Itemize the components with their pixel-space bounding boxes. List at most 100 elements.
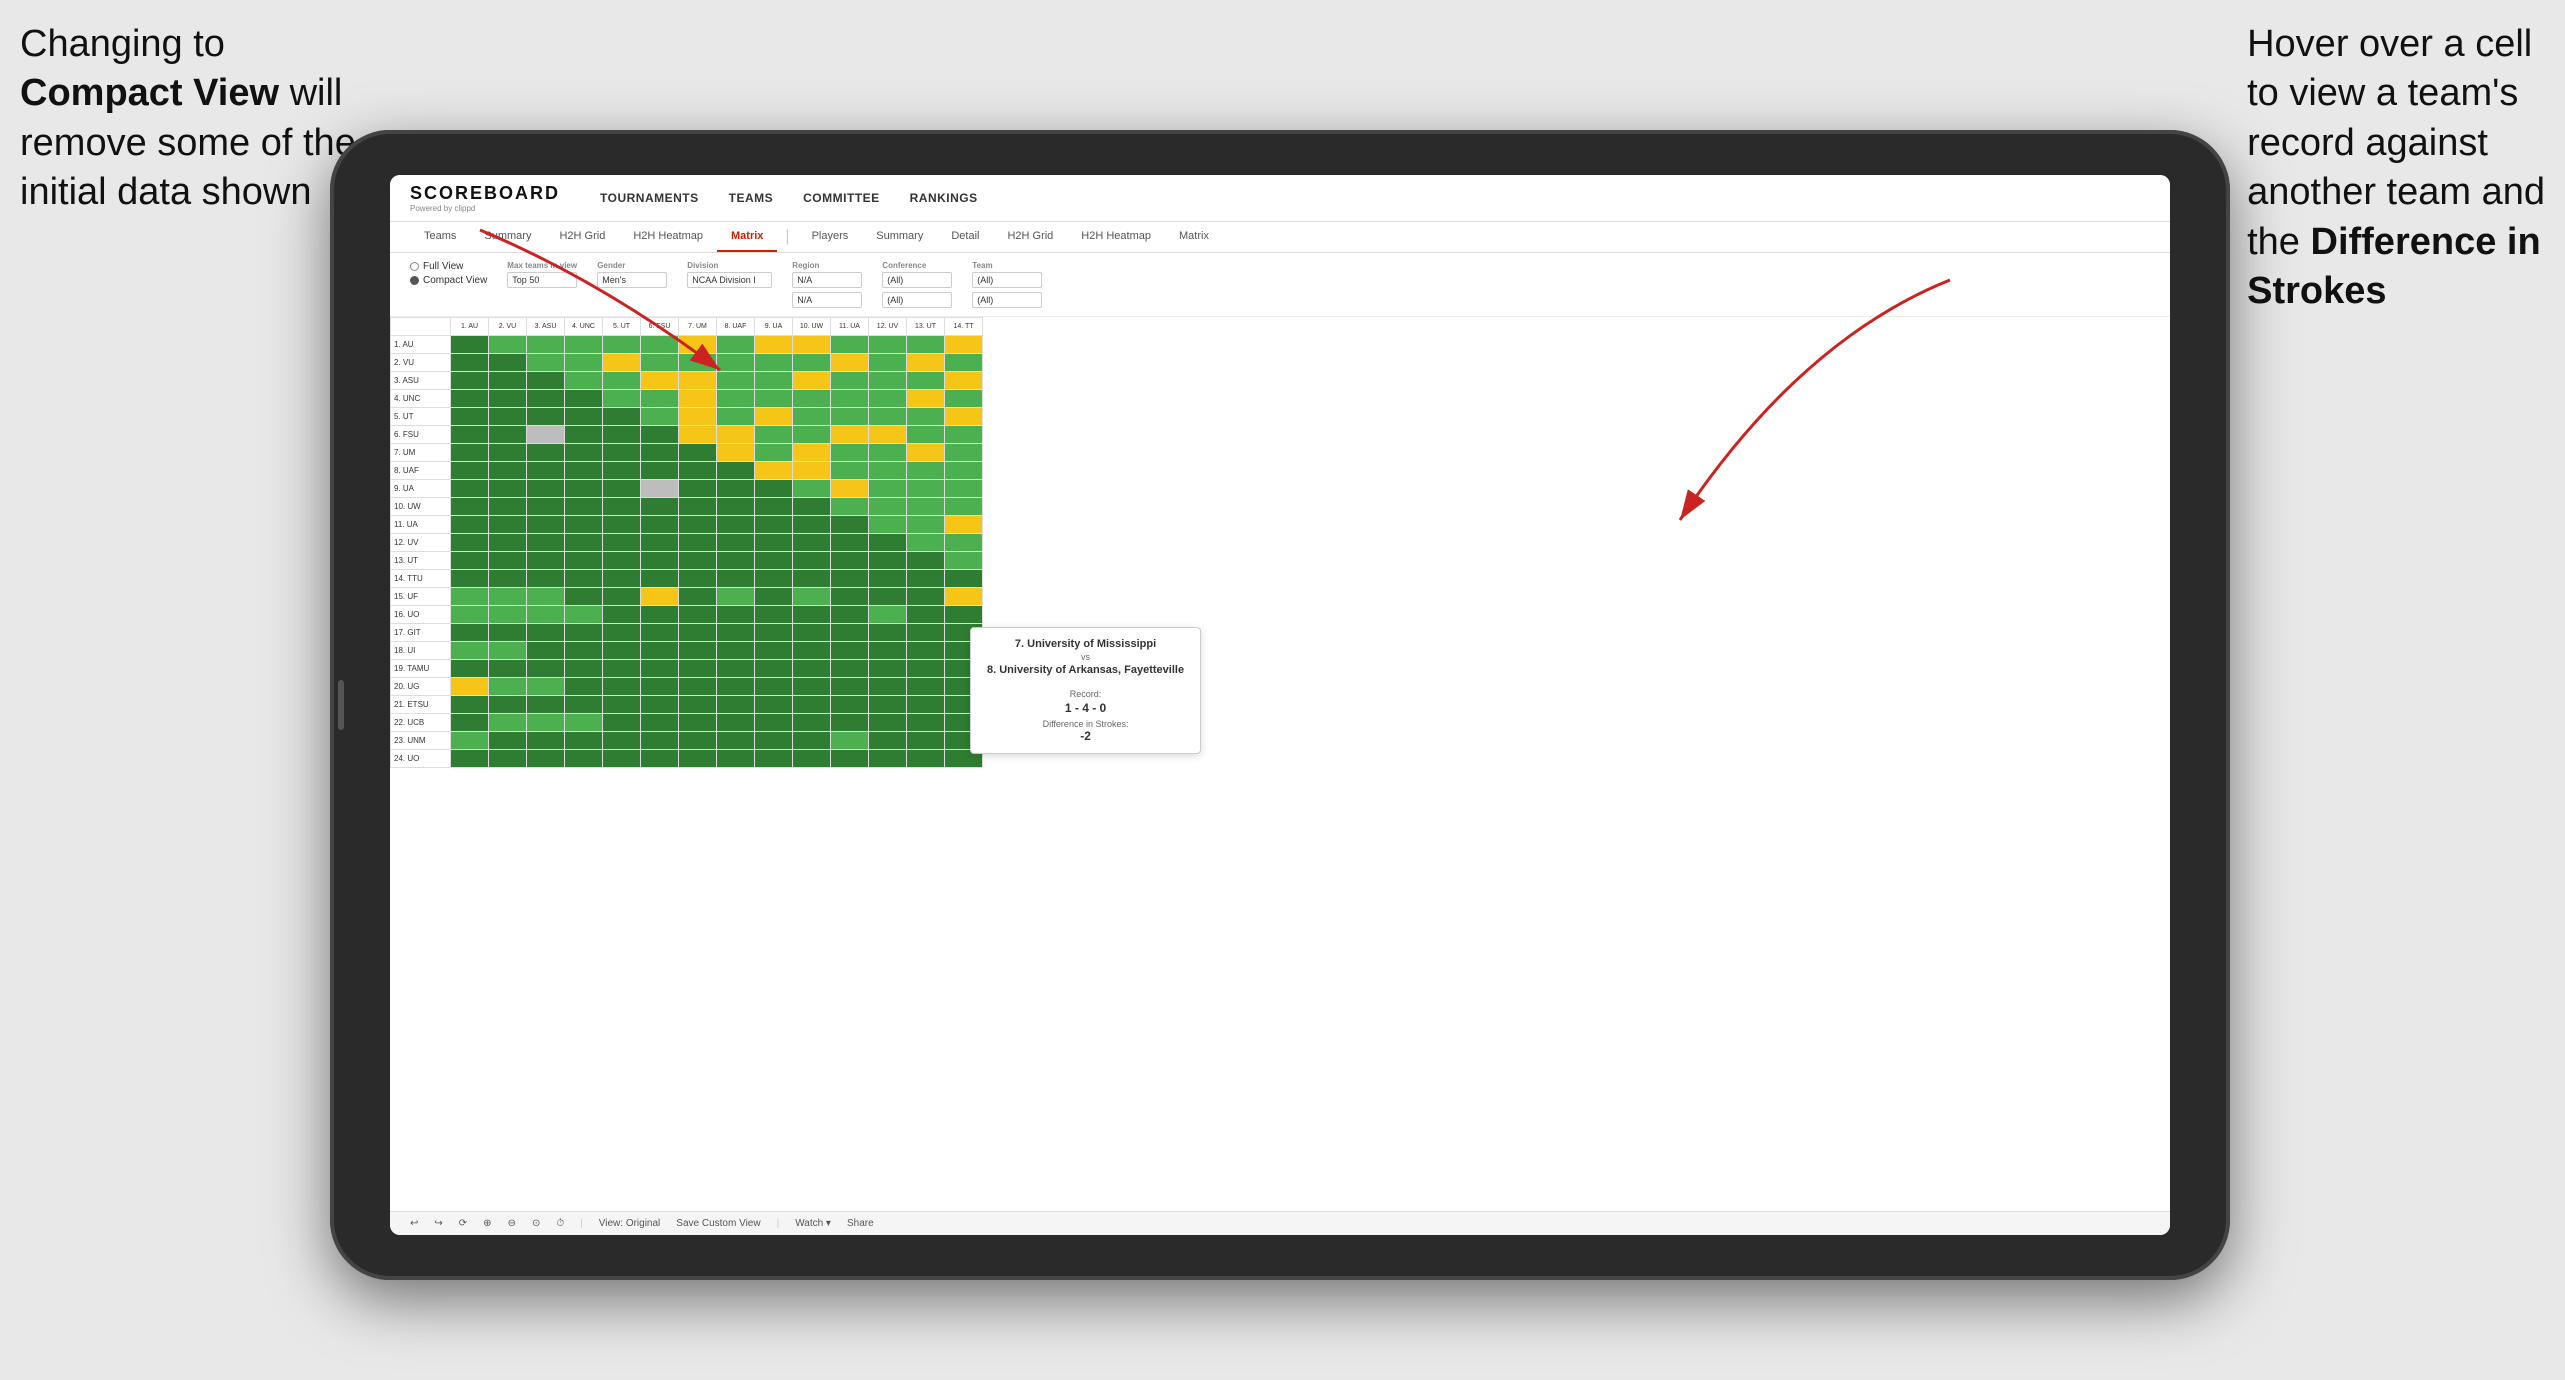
matrix-cell[interactable] bbox=[793, 480, 831, 498]
matrix-cell[interactable] bbox=[755, 426, 793, 444]
tab-h2h-heatmap[interactable]: H2H Heatmap bbox=[619, 222, 717, 252]
filter-region-select[interactable]: N/A bbox=[792, 272, 862, 288]
matrix-cell[interactable] bbox=[489, 678, 527, 696]
matrix-cell[interactable] bbox=[641, 408, 679, 426]
matrix-cell[interactable] bbox=[603, 462, 641, 480]
matrix-cell[interactable] bbox=[641, 606, 679, 624]
matrix-cell[interactable] bbox=[603, 516, 641, 534]
matrix-cell[interactable] bbox=[869, 588, 907, 606]
matrix-cell[interactable] bbox=[527, 750, 565, 768]
matrix-cell[interactable] bbox=[451, 750, 489, 768]
matrix-cell[interactable] bbox=[717, 336, 755, 354]
matrix-cell[interactable] bbox=[679, 408, 717, 426]
matrix-cell[interactable] bbox=[945, 480, 983, 498]
matrix-cell[interactable] bbox=[527, 336, 565, 354]
matrix-cell[interactable] bbox=[717, 462, 755, 480]
matrix-cell[interactable] bbox=[679, 444, 717, 462]
matrix-cell[interactable] bbox=[565, 588, 603, 606]
matrix-cell[interactable] bbox=[717, 750, 755, 768]
matrix-cell[interactable] bbox=[679, 660, 717, 678]
tab-players-h2h-heatmap[interactable]: H2H Heatmap bbox=[1067, 222, 1165, 252]
tab-players-matrix[interactable]: Matrix bbox=[1165, 222, 1223, 252]
matrix-cell[interactable] bbox=[755, 498, 793, 516]
matrix-cell[interactable] bbox=[527, 408, 565, 426]
matrix-cell[interactable] bbox=[793, 408, 831, 426]
matrix-cell[interactable] bbox=[451, 714, 489, 732]
matrix-cell[interactable] bbox=[793, 498, 831, 516]
matrix-cell[interactable] bbox=[831, 570, 869, 588]
matrix-cell[interactable] bbox=[527, 732, 565, 750]
tab-teams[interactable]: Teams bbox=[410, 222, 470, 252]
matrix-cell[interactable] bbox=[603, 750, 641, 768]
matrix-cell[interactable] bbox=[869, 624, 907, 642]
matrix-cell[interactable] bbox=[489, 696, 527, 714]
matrix-cell[interactable] bbox=[907, 426, 945, 444]
matrix-cell[interactable] bbox=[717, 588, 755, 606]
matrix-cell[interactable] bbox=[603, 480, 641, 498]
matrix-cell[interactable] bbox=[489, 372, 527, 390]
matrix-cell[interactable] bbox=[907, 570, 945, 588]
matrix-cell[interactable] bbox=[755, 408, 793, 426]
matrix-cell[interactable] bbox=[603, 354, 641, 372]
matrix-cell[interactable] bbox=[565, 462, 603, 480]
matrix-cell[interactable] bbox=[945, 534, 983, 552]
matrix-cell[interactable] bbox=[451, 696, 489, 714]
matrix-cell[interactable] bbox=[793, 642, 831, 660]
matrix-cell[interactable] bbox=[603, 624, 641, 642]
matrix-cell[interactable] bbox=[641, 336, 679, 354]
undo-button[interactable]: ↩ bbox=[410, 1218, 418, 1229]
matrix-cell[interactable] bbox=[869, 408, 907, 426]
matrix-cell[interactable] bbox=[679, 390, 717, 408]
matrix-cell[interactable] bbox=[565, 732, 603, 750]
matrix-cell[interactable] bbox=[755, 534, 793, 552]
matrix-cell[interactable] bbox=[451, 660, 489, 678]
matrix-cell[interactable] bbox=[869, 462, 907, 480]
tab-players-detail[interactable]: Detail bbox=[937, 222, 993, 252]
matrix-cell[interactable] bbox=[489, 714, 527, 732]
matrix-cell[interactable] bbox=[831, 624, 869, 642]
matrix-cell[interactable] bbox=[793, 624, 831, 642]
matrix-cell[interactable] bbox=[907, 462, 945, 480]
matrix-cell[interactable] bbox=[489, 534, 527, 552]
matrix-cell[interactable] bbox=[717, 390, 755, 408]
matrix-cell[interactable] bbox=[527, 696, 565, 714]
matrix-cell[interactable] bbox=[717, 534, 755, 552]
matrix-cell[interactable] bbox=[869, 390, 907, 408]
filter-team-select[interactable]: (All) bbox=[972, 272, 1042, 288]
matrix-cell[interactable] bbox=[451, 516, 489, 534]
matrix-cell[interactable] bbox=[793, 750, 831, 768]
matrix-cell[interactable] bbox=[907, 624, 945, 642]
matrix-cell[interactable] bbox=[603, 336, 641, 354]
matrix-cell[interactable] bbox=[907, 678, 945, 696]
matrix-cell[interactable] bbox=[831, 426, 869, 444]
matrix-cell[interactable] bbox=[831, 588, 869, 606]
share-button[interactable]: Share bbox=[847, 1218, 874, 1229]
matrix-cell[interactable] bbox=[679, 570, 717, 588]
matrix-cell[interactable] bbox=[679, 714, 717, 732]
matrix-cell[interactable] bbox=[717, 642, 755, 660]
matrix-cell[interactable] bbox=[451, 678, 489, 696]
matrix-cell[interactable] bbox=[451, 426, 489, 444]
matrix-cell[interactable] bbox=[679, 336, 717, 354]
matrix-cell[interactable] bbox=[945, 552, 983, 570]
matrix-cell[interactable] bbox=[869, 732, 907, 750]
matrix-cell[interactable] bbox=[945, 408, 983, 426]
matrix-cell[interactable] bbox=[565, 552, 603, 570]
matrix-cell[interactable] bbox=[907, 732, 945, 750]
matrix-cell[interactable] bbox=[907, 660, 945, 678]
matrix-cell[interactable] bbox=[679, 606, 717, 624]
matrix-cell[interactable] bbox=[489, 516, 527, 534]
filter-conference-select2[interactable]: (All) bbox=[882, 292, 952, 308]
matrix-cell[interactable] bbox=[565, 390, 603, 408]
matrix-cell[interactable] bbox=[755, 642, 793, 660]
matrix-cell[interactable] bbox=[869, 696, 907, 714]
matrix-cell[interactable] bbox=[641, 444, 679, 462]
matrix-cell[interactable] bbox=[641, 534, 679, 552]
matrix-cell[interactable] bbox=[603, 588, 641, 606]
matrix-cell[interactable] bbox=[831, 696, 869, 714]
matrix-cell[interactable] bbox=[945, 570, 983, 588]
matrix-cell[interactable] bbox=[945, 372, 983, 390]
matrix-cell[interactable] bbox=[489, 390, 527, 408]
matrix-cell[interactable] bbox=[831, 444, 869, 462]
watch-button[interactable]: Watch ▾ bbox=[795, 1218, 831, 1229]
